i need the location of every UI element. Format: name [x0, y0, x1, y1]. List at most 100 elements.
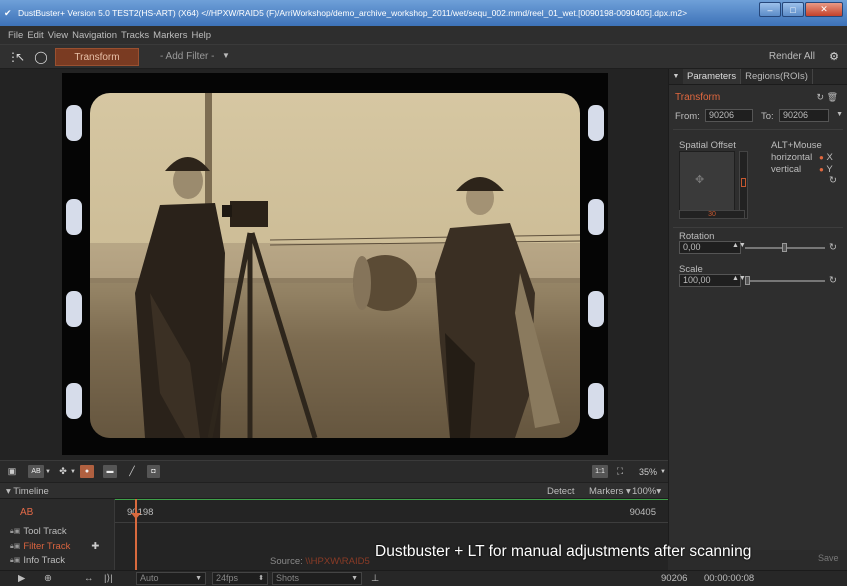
play-icon[interactable]: ▶ — [18, 573, 25, 584]
reset-delete-icons[interactable]: ↻ 🗑︎ — [817, 92, 838, 103]
spin-arrows-icon[interactable]: ▲▼ — [732, 242, 746, 249]
viewer-toolbar: ▣ AB ▼ ✤ ▼ ● ▬ ╱ ◘ 1:1 ⛶ 35% ▼ — [0, 460, 668, 482]
perforation — [588, 383, 604, 419]
perforation — [588, 105, 604, 141]
chevron-down-icon[interactable]: ▼ — [70, 465, 76, 478]
fullscreen-icon[interactable]: ⛶ — [614, 465, 626, 478]
markers-dropdown[interactable]: Markers ▾ — [589, 486, 631, 497]
chevron-down-icon[interactable]: ▼ — [660, 465, 666, 478]
chevron-down-icon[interactable]: ▼ — [222, 51, 230, 60]
menu-view[interactable]: View — [48, 30, 68, 41]
scale-slider-thumb[interactable] — [745, 276, 750, 285]
lock-icon[interactable]: 🔒︎▣ — [10, 542, 20, 551]
chevron-down-icon[interactable]: ▼ — [836, 111, 843, 118]
playhead[interactable] — [135, 499, 137, 570]
source-path: Source: \\HPXW\RAID5 — [270, 556, 370, 567]
menu-navigation[interactable]: Navigation — [72, 30, 117, 41]
parameters-panel: ▼ Parameters Regions(ROIs) Transform ↻ 🗑… — [668, 69, 847, 550]
scale-slider[interactable] — [745, 280, 825, 282]
select-arrow-icon[interactable]: ↖ — [13, 50, 27, 64]
close-button[interactable]: ✕ — [805, 2, 843, 17]
offset-horizontal-scroll[interactable]: 30 — [679, 210, 745, 219]
track-labels: AB 🔒︎▣ Tool Track 🔒︎▣ Filter Track ✚ 🔒︎▣… — [0, 499, 115, 570]
panel-tabs: ▼ Parameters Regions(ROIs) — [669, 69, 847, 85]
lock-icon[interactable]: 🔒︎▣ — [10, 527, 20, 536]
vertical-label: vertical — [771, 164, 802, 175]
reset-offset-icon[interactable]: ↻ — [829, 175, 837, 186]
lock-icon[interactable]: 🔒︎▣ — [10, 556, 20, 565]
render-settings-icon[interactable]: ⚙ — [829, 50, 839, 63]
window-titlebar: ✔ DustBuster+ Version 5.0 TEST2(HS-ART) … — [0, 0, 847, 26]
lasso-icon[interactable]: ◯ — [34, 50, 48, 64]
y-option[interactable]: ● Y — [819, 164, 833, 175]
x-option[interactable]: ● X — [819, 152, 833, 163]
end-frame: 90405 — [629, 507, 656, 518]
fps-select[interactable]: 24fps ⬍ — [212, 572, 268, 585]
reset-rotation-icon[interactable]: ↻ — [829, 242, 837, 253]
start-frame: 90198 — [127, 507, 154, 518]
film-frame — [62, 73, 608, 455]
snapshot-icon[interactable]: ◘ — [147, 465, 160, 478]
range-indicator — [115, 499, 668, 500]
overlay-icon[interactable]: ▬ — [103, 465, 117, 478]
image-viewer[interactable] — [0, 69, 668, 460]
menu-edit[interactable]: Edit — [27, 30, 43, 41]
toolbar: ⋮ ↖ ◯ Transform - Add Filter - ▼ Render … — [0, 44, 847, 69]
transform-button[interactable]: Transform — [55, 48, 139, 66]
filter-track[interactable]: 🔒︎▣ Filter Track ✚ — [10, 541, 99, 552]
menu-help[interactable]: Help — [191, 30, 211, 41]
minimize-button[interactable]: – — [759, 2, 781, 17]
curve-icon[interactable]: ╱ — [125, 465, 139, 478]
info-track[interactable]: 🔒︎▣ Info Track — [10, 555, 65, 566]
person-view-icon[interactable]: ● — [80, 465, 94, 478]
offset-vertical-scroll[interactable] — [739, 151, 748, 219]
zoom-level[interactable]: 35% — [636, 465, 660, 478]
rotation-slider-thumb[interactable] — [782, 243, 787, 252]
window-controls: – □ ✕ — [759, 2, 843, 17]
in-out-icon[interactable]: |⟩| — [104, 573, 113, 584]
save-button[interactable]: Save — [818, 553, 839, 563]
shots-select[interactable]: Shots ▼ — [272, 572, 362, 585]
auto-select[interactable]: Auto ▼ — [136, 572, 206, 585]
timeline-label[interactable]: ▾ Timeline — [6, 486, 49, 497]
image-icon[interactable]: ▣ — [6, 465, 18, 478]
chevron-down-icon[interactable]: ▼ — [669, 69, 683, 84]
tab-parameters[interactable]: Parameters — [683, 69, 742, 84]
current-frame: 90206 — [661, 573, 688, 584]
add-filter-dropdown[interactable]: - Add Filter - — [160, 51, 214, 62]
spatial-offset-pad[interactable] — [679, 151, 735, 211]
perforation — [66, 291, 82, 327]
color-channels-icon[interactable]: ✤ — [57, 465, 69, 478]
menu-bar: File Edit View Navigation Tracks Markers… — [0, 26, 847, 44]
menu-tracks[interactable]: Tracks — [121, 30, 149, 41]
snap-icon[interactable]: ⊥ — [371, 573, 379, 584]
timeline-ruler[interactable]: 90198 90405 — [115, 499, 668, 523]
timeline-zoom[interactable]: 100%▾ — [632, 486, 661, 497]
divider — [673, 129, 843, 130]
tool-track[interactable]: 🔒︎▣ Tool Track — [10, 526, 67, 537]
maximize-button[interactable]: □ — [782, 2, 804, 17]
to-field[interactable]: 90206 — [779, 109, 829, 122]
menu-file[interactable]: File — [8, 30, 23, 41]
perforation — [66, 199, 82, 235]
ab-compare-button[interactable]: AB — [28, 465, 44, 478]
timecode: 00:00:00:08 — [704, 573, 755, 584]
loop-icon[interactable]: ↔ — [84, 573, 94, 584]
chevron-down-icon[interactable]: ▼ — [45, 465, 51, 478]
fit-one-to-one-button[interactable]: 1:1 — [592, 465, 608, 478]
from-field[interactable]: 90206 — [705, 109, 753, 122]
film-scan-image — [90, 93, 580, 438]
add-icon[interactable]: ✚ — [91, 541, 99, 552]
perforation — [66, 105, 82, 141]
perforation — [66, 383, 82, 419]
move-cursor-icon: ✥ — [695, 174, 705, 186]
spin-arrows-icon[interactable]: ▲▼ — [732, 275, 746, 282]
zoom-icon[interactable]: ⊕ — [44, 573, 52, 584]
render-all-button[interactable]: Render All — [769, 51, 815, 62]
reset-scale-icon[interactable]: ↻ — [829, 275, 837, 286]
detect-button[interactable]: Detect — [547, 486, 574, 497]
tab-regions[interactable]: Regions(ROIs) — [741, 69, 813, 84]
to-label: To: — [761, 111, 774, 122]
alt-mouse-label: ALT+Mouse — [771, 140, 822, 151]
menu-markers[interactable]: Markers — [153, 30, 187, 41]
